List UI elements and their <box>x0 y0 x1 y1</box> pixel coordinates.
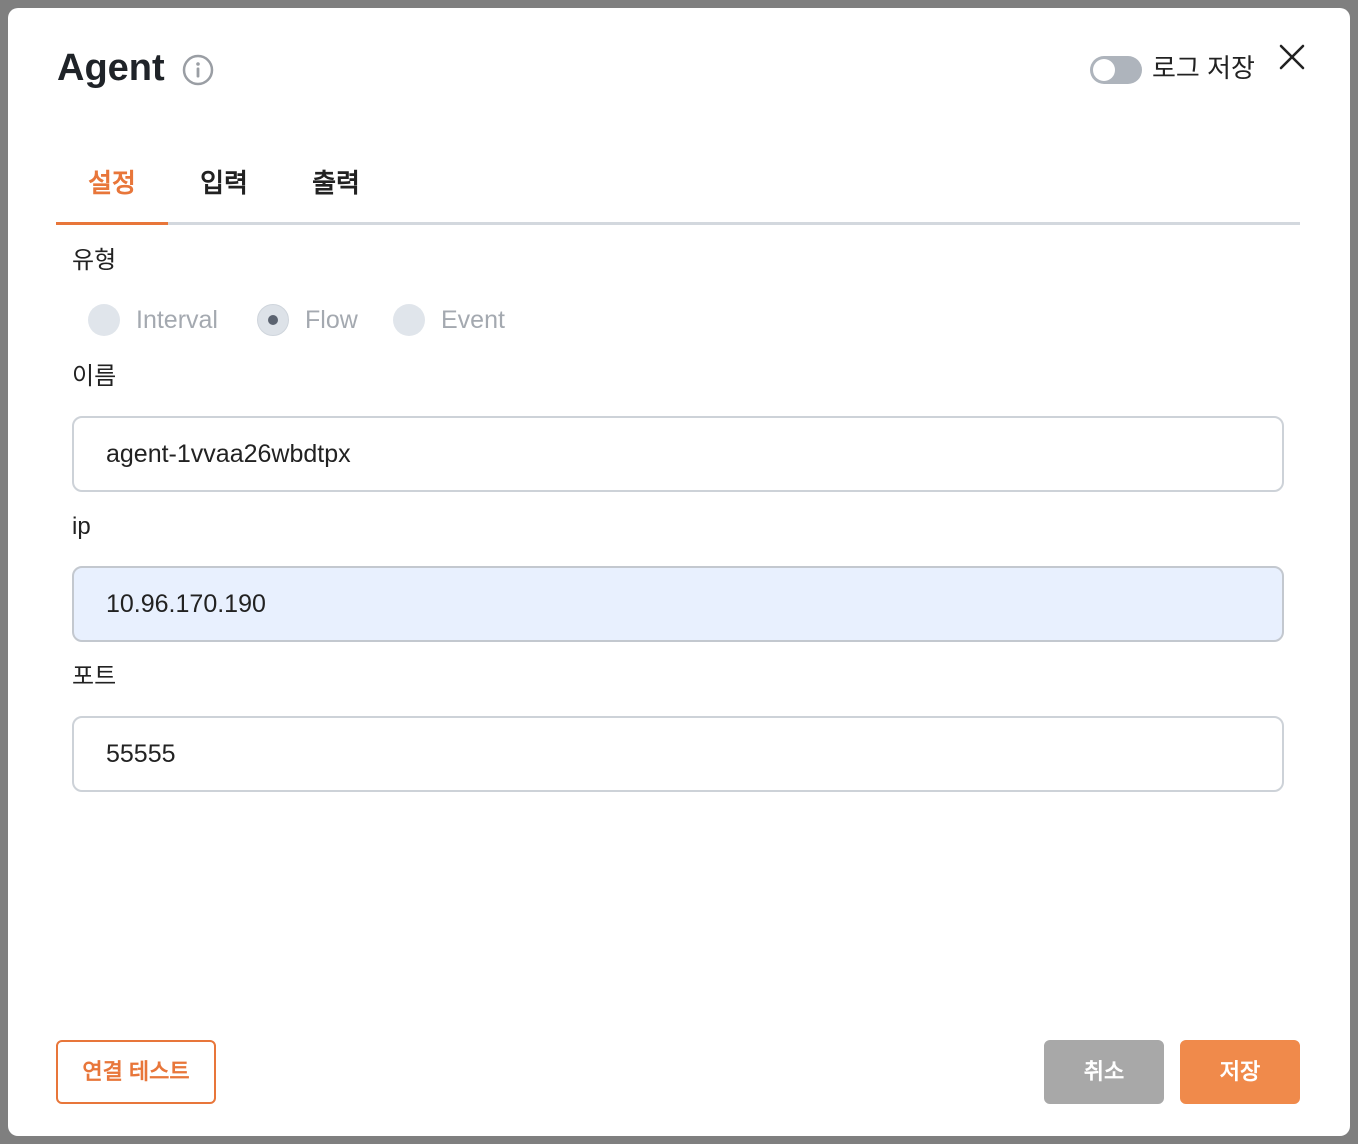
tab-active-indicator <box>280 222 392 225</box>
save-button[interactable]: 저장 <box>1180 1040 1300 1104</box>
type-radio-interval[interactable] <box>88 304 120 336</box>
tab-label: 입력 <box>200 168 248 198</box>
type-radio-event-label: Event <box>441 306 505 334</box>
tab-output[interactable]: 출력 <box>280 158 392 225</box>
type-label: 유형 <box>72 247 117 274</box>
name-input[interactable] <box>72 416 1284 492</box>
log-save-label: 로그 저장 <box>1152 53 1255 83</box>
tab-settings[interactable]: 설정 <box>56 158 168 225</box>
tab-active-indicator <box>56 222 168 225</box>
log-save-toggle[interactable] <box>1090 56 1142 84</box>
agent-dialog: Agent 로그 저장 설정 입력 출력 유형 Interval Flow Ev… <box>8 8 1350 1136</box>
connection-test-button[interactable]: 연결 테스트 <box>56 1040 216 1104</box>
tab-label: 설정 <box>88 168 136 198</box>
info-icon[interactable] <box>182 54 214 86</box>
close-icon[interactable] <box>1278 43 1306 71</box>
tab-input[interactable]: 입력 <box>168 158 280 225</box>
type-radio-event[interactable] <box>393 304 425 336</box>
ip-input[interactable] <box>72 566 1284 642</box>
dialog-title: Agent <box>57 47 165 89</box>
ip-label: ip <box>72 513 91 540</box>
tab-active-indicator <box>168 222 280 225</box>
type-radio-flow-label: Flow <box>305 306 358 334</box>
tab-label: 출력 <box>312 168 360 198</box>
toggle-knob <box>1093 59 1115 81</box>
type-radio-interval-label: Interval <box>136 306 218 334</box>
name-label: 이름 <box>72 363 117 390</box>
cancel-button[interactable]: 취소 <box>1044 1040 1164 1104</box>
port-input[interactable] <box>72 716 1284 792</box>
port-label: 포트 <box>72 663 117 690</box>
type-radio-flow[interactable] <box>257 304 289 336</box>
